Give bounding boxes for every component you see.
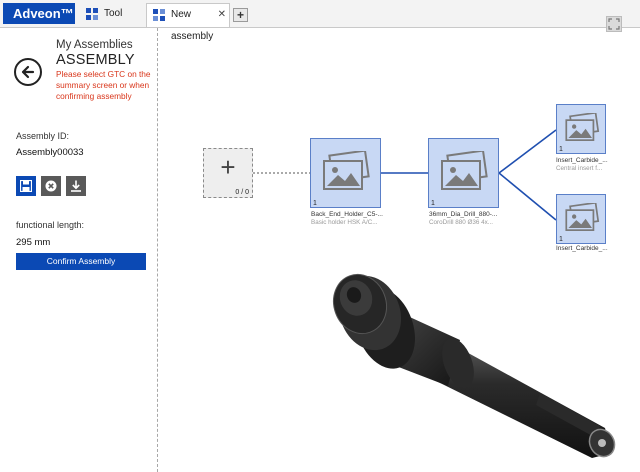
component-node-insert-central[interactable]: 1 (556, 104, 606, 154)
node-quantity: 1 (313, 200, 317, 207)
connector-line (498, 129, 557, 174)
component-count: 0 / 0 (235, 189, 249, 196)
node-quantity: 1 (431, 200, 435, 207)
image-placeholder-icon (565, 203, 600, 231)
tab-label: New assembly (171, 9, 214, 42)
node-label: Back_End_Holder_C5-... (311, 211, 383, 218)
functional-length-value: 295 mm (16, 237, 51, 248)
panel-divider (157, 28, 158, 472)
page-title: ASSEMBLY (56, 52, 135, 68)
save-button[interactable] (16, 176, 36, 196)
brand-logo[interactable]: Adveon™ (3, 3, 75, 24)
download-button[interactable] (66, 176, 86, 196)
node-description: CoroDrill 880 Ø36 4x... (429, 219, 494, 226)
tab-new-assembly[interactable]: New assembly ✕ (146, 3, 230, 42)
component-node-holder[interactable]: 1 (310, 138, 381, 208)
save-icon (20, 180, 32, 192)
assembly-icon (153, 9, 165, 21)
download-icon (71, 180, 81, 192)
node-label: Insert_Carbide_... (556, 157, 608, 164)
connector-line (498, 172, 557, 221)
image-placeholder-icon (565, 113, 600, 141)
node-quantity: 1 (559, 236, 563, 243)
add-component-node[interactable]: + 0 / 0 (203, 148, 253, 198)
top-bar: Adveon™ Tool Library New assembly ✕ + (0, 0, 640, 42)
add-tab-button[interactable]: + (233, 8, 248, 22)
cancel-button[interactable] (41, 176, 61, 196)
node-label: 36mm_Dia_Drill_880-... (429, 211, 498, 218)
functional-length-label: functional length: (16, 220, 85, 230)
image-placeholder-icon (323, 151, 370, 190)
image-placeholder-icon (441, 151, 488, 190)
plus-icon: + (220, 152, 236, 182)
tab-tool-library[interactable]: Tool Library (80, 3, 144, 41)
cancel-icon (45, 180, 57, 192)
assembly-id-label: Assembly ID: (16, 131, 70, 141)
component-node-drill[interactable]: 1 (428, 138, 499, 208)
grid-icon (86, 8, 98, 20)
tool-3d-preview[interactable] (330, 268, 630, 468)
node-description: Central insert f... (556, 165, 603, 172)
fullscreen-icon[interactable] (606, 16, 622, 32)
warning-message: Please select GTC on the summary screen … (56, 69, 151, 101)
node-label: Insert_Carbide_... (556, 245, 608, 252)
node-description: Basic holder HSK A/C... (311, 219, 378, 226)
component-node-insert-peripheral[interactable]: 1 (556, 194, 606, 244)
close-tab-icon[interactable]: ✕ (218, 4, 226, 26)
confirm-assembly-button[interactable]: Confirm Assembly (16, 253, 146, 270)
node-quantity: 1 (559, 146, 563, 153)
back-button[interactable] (14, 58, 42, 86)
breadcrumb-heading: My Assemblies (56, 39, 133, 51)
assembly-id-value: Assembly00033 (16, 147, 84, 158)
arrow-left-icon (21, 65, 35, 79)
